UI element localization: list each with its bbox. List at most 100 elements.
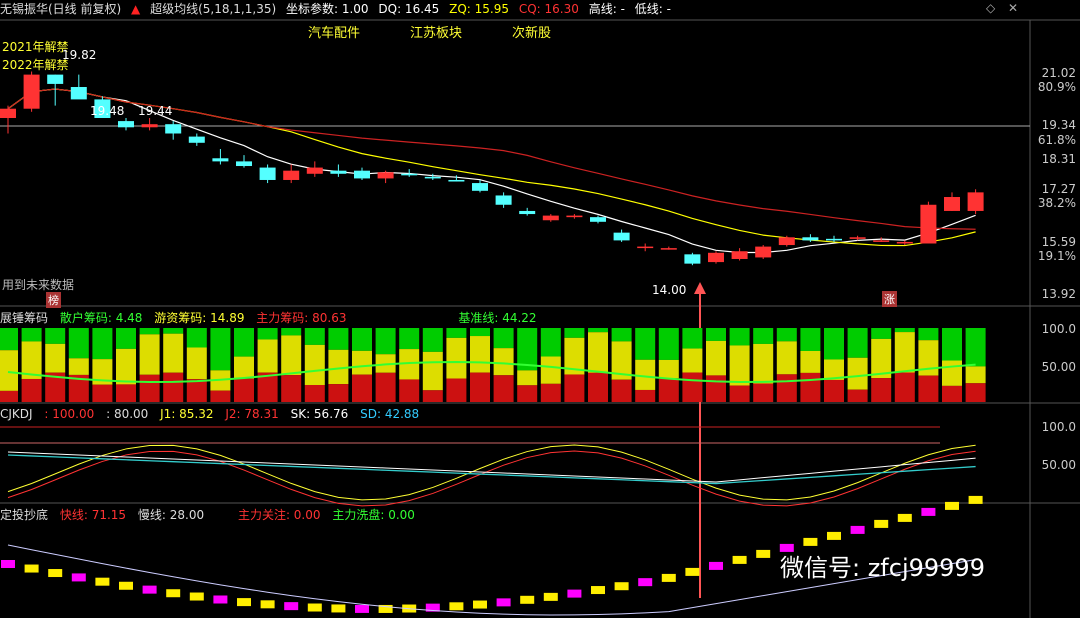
chip-yellow (894, 332, 915, 373)
chip-red (540, 383, 561, 402)
chip-yellow (965, 366, 986, 384)
bottom-signal-bar (661, 573, 676, 582)
chip-yellow (281, 335, 302, 376)
bottom-signal-bar (709, 561, 723, 570)
panel3-title[interactable]: CJKDJ (0, 407, 33, 421)
chip-red (352, 374, 372, 402)
chip-red (422, 390, 443, 402)
bottom-signal-bar (638, 578, 653, 587)
chip-yellow (422, 351, 443, 391)
fast-line: 快线: 71.15 (59, 508, 127, 522)
chip-red (375, 372, 396, 402)
candle-body (47, 74, 64, 84)
candle-body (259, 167, 276, 180)
candle-body (401, 173, 418, 176)
bottom-signal-bar (48, 569, 63, 578)
chip-red (163, 372, 184, 402)
kdj-sd-line (7, 454, 976, 485)
tag-new-stock[interactable]: 次新股 (512, 22, 551, 41)
kdj-sd: SD: 42.88 (360, 407, 420, 421)
bottom-signal-bar (166, 589, 181, 598)
kdj-j1: J1: 85.32 (160, 407, 214, 421)
chip-red (328, 384, 349, 402)
candle-body (519, 210, 536, 215)
chip-green (375, 328, 396, 355)
chip-red (918, 375, 939, 402)
diamond-icon[interactable]: ◇ (986, 1, 995, 15)
chip-yellow (45, 343, 66, 373)
candle-body (212, 158, 229, 162)
candle-body (731, 251, 748, 259)
chip-yellow (234, 356, 254, 379)
kdj-v2: : 80.00 (106, 407, 149, 421)
bottom-signal-bar (968, 495, 983, 504)
unlock-2022: 2022年解禁 (2, 58, 69, 72)
candle-body (566, 215, 583, 218)
indicator-name[interactable]: 超级均线(5,18,1,1,35) (150, 2, 276, 16)
candle-body (873, 240, 890, 242)
chip-red (116, 384, 136, 402)
chip-yellow (116, 348, 136, 385)
chip-green (564, 328, 585, 338)
unlock-2021: 2021年解禁 (2, 40, 69, 54)
panel3-header: CJKDJ : 100.00 : 80.00 J1: 85.32 J2: 78.… (0, 405, 427, 423)
chip-yellow (517, 370, 538, 386)
bottom-signal-bar (260, 600, 275, 609)
chip-yellow (658, 359, 679, 379)
bottom-signal-bar (449, 602, 464, 611)
chip-yellow (68, 358, 89, 375)
close-icon[interactable]: ✕ (1008, 1, 1018, 15)
dq-value: DQ: 16.45 (378, 2, 440, 16)
base-line: 基准线: 44.22 (458, 311, 537, 325)
bottom-signal-bar (614, 582, 629, 591)
p3-tick-100: 100.0 (1041, 420, 1076, 434)
candle-body (424, 176, 441, 179)
chip-green (422, 328, 443, 352)
chip-red (682, 372, 703, 402)
slow-line: 慢线: 28.00 (137, 508, 205, 522)
chip-green (163, 328, 184, 334)
chip-green (493, 328, 514, 349)
chip-green (753, 328, 774, 344)
candle-body (684, 254, 701, 264)
tag-auto-parts[interactable]: 汽车配件 (308, 22, 360, 41)
stock-title[interactable]: 无锡振华(日线 前复权) (0, 2, 121, 16)
chip-red (304, 384, 325, 402)
hot-chips: 游资筹码: 14.89 (154, 311, 245, 325)
kdj-j2-line (7, 450, 976, 507)
chip-red (517, 385, 538, 402)
bottom-signal-bar (284, 602, 299, 611)
chip-green (658, 328, 679, 360)
chip-red (753, 383, 774, 402)
bottom-signal-bar (520, 595, 535, 604)
candle-body (330, 170, 347, 174)
panel2-title[interactable]: 展锤筹码 (0, 311, 48, 325)
main-wash: 主力洗盘: 0.00 (332, 508, 415, 522)
chip-red (281, 375, 302, 402)
zq-value: ZQ: 15.95 (449, 2, 510, 16)
chip-yellow (753, 343, 774, 384)
chip-green (257, 328, 278, 340)
candle-body (165, 124, 182, 134)
wechat-watermark: 微信号: zfcj99999 (780, 554, 985, 582)
zhang-badge: 涨 (882, 291, 897, 307)
chip-yellow (942, 360, 962, 386)
p2-tick-50: 50.00 (1041, 360, 1076, 374)
tag-jiangsu[interactable]: 江苏板块 (410, 22, 462, 41)
candle-body (472, 183, 488, 191)
tick-1392: 13.92 (1041, 287, 1076, 301)
bottom-signal-bar (732, 555, 747, 564)
chip-red (139, 374, 160, 402)
candle-body (967, 192, 984, 211)
chip-green (776, 328, 797, 342)
chip-red (847, 389, 868, 402)
retail-chips: 散户筹码: 4.48 (59, 311, 143, 325)
panel4-title[interactable]: 定投抄底 (0, 508, 48, 522)
chip-red (824, 379, 844, 402)
price-label-a: 19.48 (90, 104, 125, 118)
chip-red (470, 372, 490, 402)
bottom-signal-bar (71, 573, 86, 582)
candle-body (70, 87, 87, 100)
chip-green (965, 328, 986, 367)
price-label-low: 14.00 (652, 283, 687, 297)
